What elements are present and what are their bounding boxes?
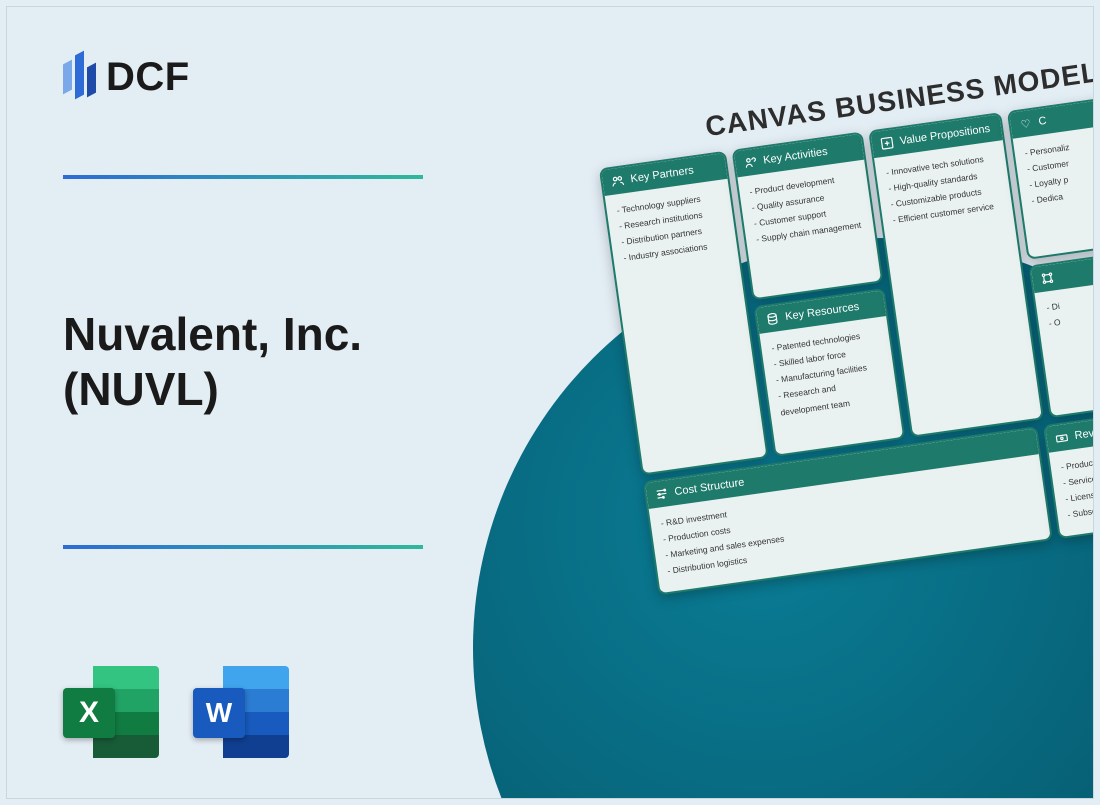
card-label: Key Activities: [763, 146, 829, 167]
card-label: Key Partners: [630, 164, 695, 185]
card-label: Revenue S: [1074, 422, 1094, 441]
relationships-icon: ♡: [1018, 116, 1034, 132]
card-label: C: [1038, 115, 1048, 128]
file-icons: X W: [63, 666, 289, 758]
card-label: Key Resources: [784, 301, 860, 323]
page-title: Nuvalent, Inc. (NUVL): [63, 307, 362, 417]
resources-icon: [765, 311, 781, 327]
partners-icon: [610, 173, 626, 189]
title-line2: (NUVL): [63, 362, 362, 417]
channels-icon: [1040, 270, 1056, 286]
revenue-icon: [1054, 430, 1070, 446]
cost-icon: [654, 486, 670, 502]
excel-letter: X: [63, 688, 115, 738]
value-icon: [879, 135, 895, 151]
card-key-activities: Key Activities Product development Quali…: [732, 132, 884, 301]
activities-icon: [743, 155, 759, 171]
canvas-preview: CANVAS BUSINESS MODEL Key Partners Techn…: [593, 41, 1094, 595]
excel-icon: X: [63, 666, 159, 758]
logo-bars-icon: [63, 49, 96, 105]
divider-top: [63, 175, 423, 179]
divider-bottom: [63, 545, 423, 549]
logo-text: DCF: [106, 55, 190, 100]
word-letter: W: [193, 688, 245, 738]
logo: DCF: [63, 49, 190, 105]
card-key-resources: Key Resources Patented technologies Skil…: [754, 288, 906, 457]
word-icon: W: [193, 666, 289, 758]
card-label: Cost Structure: [674, 476, 745, 498]
card-customer-relationships: ♡ C Personaliz Customer Loyalty p Dedica: [1007, 95, 1094, 260]
title-line1: Nuvalent, Inc.: [63, 307, 362, 362]
